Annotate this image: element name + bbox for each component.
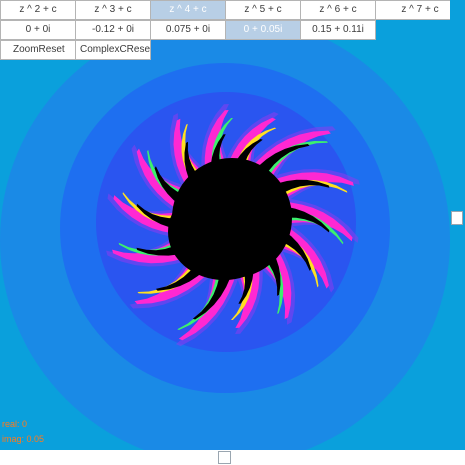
power-button-5[interactable]: z ^ 5 + c	[225, 0, 301, 20]
complex-preset-button-5[interactable]: 0.15 + 0.11i	[300, 20, 376, 40]
power-button-2[interactable]: z ^ 2 + c	[0, 0, 76, 20]
vertical-scrollbar[interactable]	[450, 0, 465, 450]
complex-preset-button-2[interactable]: -0.12 + 0i	[75, 20, 151, 40]
complex-reset-button[interactable]: ComplexCReset	[75, 40, 151, 60]
power-button-4[interactable]: z ^ 4 + c	[150, 0, 226, 20]
vertical-scroll-thumb[interactable]	[451, 211, 463, 225]
julia-interior-lobe	[168, 184, 280, 280]
fractal-app: z ^ 2 + c z ^ 3 + c z ^ 4 + c z ^ 5 + c …	[0, 0, 465, 465]
complex-preset-button-3[interactable]: 0.075 + 0i	[150, 20, 226, 40]
complex-preset-button-4[interactable]: 0 + 0.05i	[225, 20, 301, 40]
fractal-canvas[interactable]	[0, 0, 450, 450]
real-readout: real: 0	[2, 419, 28, 429]
zoom-reset-button[interactable]: ZoomReset	[0, 40, 76, 60]
complex-preset-button-1[interactable]: 0 + 0i	[0, 20, 76, 40]
power-button-3[interactable]: z ^ 3 + c	[75, 0, 151, 20]
imag-readout: imag: 0.05	[2, 434, 45, 444]
power-button-6[interactable]: z ^ 6 + c	[300, 0, 376, 20]
horizontal-scrollbar[interactable]	[0, 450, 465, 465]
horizontal-scroll-thumb[interactable]	[218, 451, 231, 464]
